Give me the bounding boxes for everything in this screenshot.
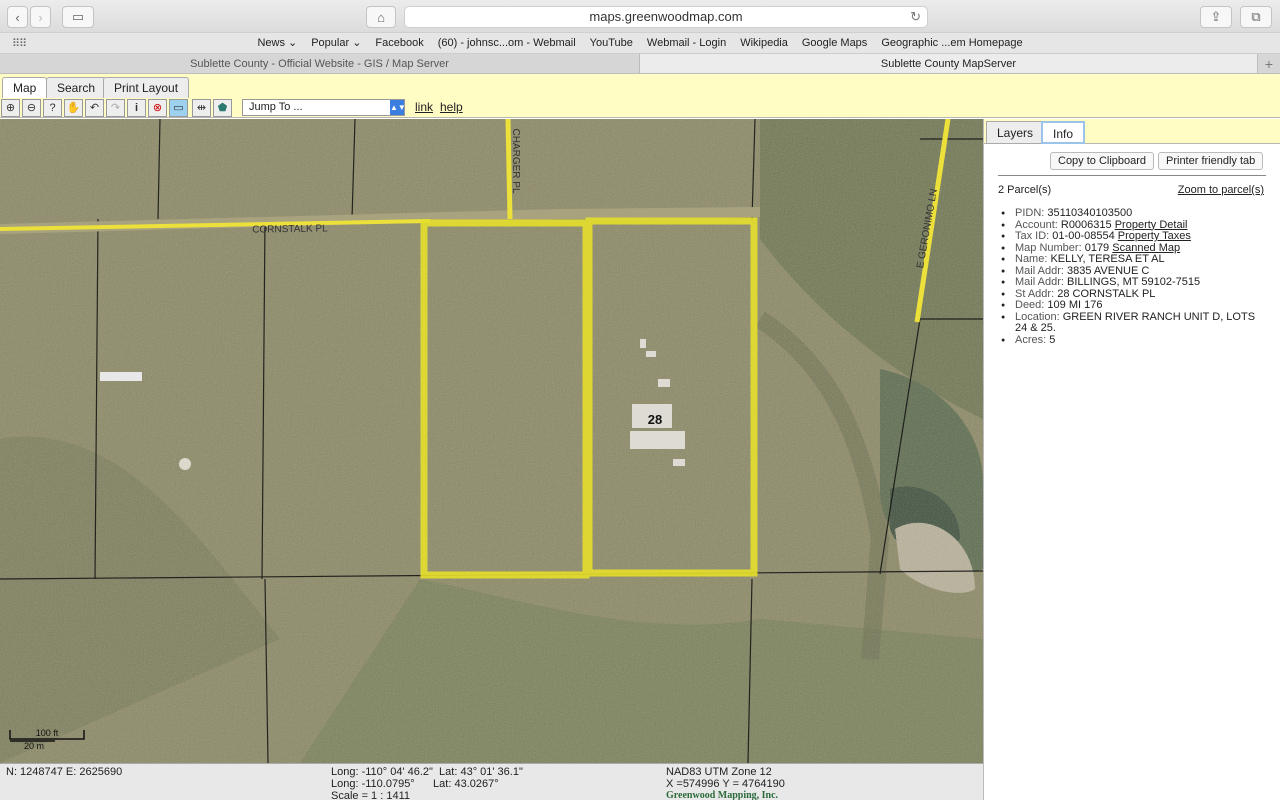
info-label: Location:: [1015, 310, 1060, 323]
favorites-list: News ⌄ Popular ⌄ Facebook (60) - johnsc...o…: [0, 33, 1280, 54]
info-label: PIDN:: [1015, 207, 1045, 219]
info-link[interactable]: Property Taxes: [1118, 230, 1191, 242]
status-bar: N: 1248747 E: 2625690 Long: -110° 04' 46…: [0, 763, 983, 800]
browser-tab-gis[interactable]: Sublette County - Official Website - GIS…: [0, 54, 640, 73]
road-label-cornstalk: CORNSTALK PL: [252, 223, 328, 235]
info-label: Mail Addr:: [1015, 276, 1064, 288]
tab-search[interactable]: Search: [46, 77, 107, 98]
url-text: maps.greenwoodmap.com: [589, 9, 743, 24]
info-label: Mail Addr:: [1015, 264, 1064, 277]
map-toolbar: ⊕ ⊖ ? ✋ ↶ ↷ i ⊗ ▭ ⇹ ⬟ Jump To ... ▲▼ lin…: [0, 98, 1280, 118]
favorite-item[interactable]: Facebook: [375, 33, 423, 54]
favorite-item[interactable]: Google Maps: [802, 33, 867, 54]
forward-icon[interactable]: ›: [30, 6, 51, 28]
sidebar-icon[interactable]: ▭: [62, 6, 94, 28]
jump-to-select[interactable]: Jump To ... ▲▼: [242, 99, 406, 116]
favorite-item[interactable]: News ⌄: [257, 33, 297, 54]
zoom-query-icon[interactable]: ?: [43, 99, 62, 117]
tab-map[interactable]: Map: [2, 77, 48, 98]
favorite-item[interactable]: Wikipedia: [740, 33, 788, 54]
reload-icon[interactable]: ↻: [910, 7, 921, 27]
browser-tab-mapserver[interactable]: Sublette County MapServer: [640, 54, 1258, 73]
home-icon[interactable]: ⌂: [366, 6, 396, 28]
tab-layers[interactable]: Layers: [986, 121, 1045, 144]
utm-coords: X =574996 Y = 4764190: [666, 778, 785, 790]
browser-tabs: Sublette County - Official Website - GIS…: [0, 54, 1280, 74]
map-view[interactable]: 28 CORNSTALK PL CHARGER PL E GERONIMO LN…: [0, 119, 983, 763]
info-link[interactable]: Scanned Map: [1112, 242, 1180, 254]
link-link[interactable]: link: [415, 100, 433, 114]
road-label-charger: CHARGER PL: [510, 128, 521, 193]
new-tab-icon[interactable]: +: [1258, 54, 1280, 73]
parcel-count: 2 Parcel(s): [998, 184, 1052, 196]
info-value: BILLINGS, MT 59102-7515: [1066, 276, 1201, 288]
favorite-item[interactable]: Popular ⌄: [311, 33, 361, 54]
zoom-to-parcels-link[interactable]: Zoom to parcel(s): [1178, 184, 1264, 196]
favorites-bar: ⠿⠿ News ⌄ Popular ⌄ Facebook (60) - johnsc.…: [0, 33, 1280, 54]
info-label: Map Number:: [1015, 241, 1082, 254]
info-label: Account:: [1015, 218, 1058, 231]
app-tabs: Map Search Print Layout: [0, 74, 1280, 98]
zoom-previous-icon[interactable]: ↶: [85, 99, 104, 117]
zoom-next-icon[interactable]: ↷: [106, 99, 125, 117]
back-icon[interactable]: ‹: [7, 6, 28, 28]
info-value: R0006315: [1060, 218, 1112, 231]
area-icon[interactable]: ⬟: [213, 99, 232, 117]
zoom-out-icon[interactable]: ⊖: [22, 99, 41, 117]
clear-icon[interactable]: ⊗: [148, 99, 167, 117]
printer-friendly-button[interactable]: Printer friendly tab: [1158, 152, 1264, 170]
info-panel: Layers Info Copy to Clipboard Printer fr…: [983, 119, 1280, 800]
map-scale: Scale = 1 : 1411: [331, 790, 410, 800]
info-value: 3835 AVENUE C: [1066, 264, 1150, 277]
info-value: 109 MI 176: [1047, 299, 1103, 311]
help-link[interactable]: help: [440, 100, 463, 114]
northing-easting: N: 1248747 E: 2625690: [6, 766, 123, 778]
url-bar[interactable]: maps.greenwoodmap.com ↻: [404, 6, 928, 28]
tab-info[interactable]: Info: [1041, 121, 1086, 144]
share-icon[interactable]: ⇪: [1200, 6, 1232, 28]
zoom-in-icon[interactable]: ⊕: [1, 99, 20, 117]
copy-to-clipboard-button[interactable]: Copy to Clipboard: [1050, 152, 1155, 170]
info-value: KELLY, TERESA ET AL: [1050, 253, 1165, 265]
parcel-info-list: PIDN: 35110340103500Account: R0006315 Pr…: [1001, 207, 1265, 347]
info-label: St Addr:: [1015, 287, 1055, 300]
divider: [998, 175, 1266, 176]
info-label: Name:: [1015, 253, 1048, 265]
tabs-overview-icon[interactable]: ⧉: [1240, 6, 1272, 28]
info-label: Tax ID:: [1015, 230, 1050, 242]
coords-decimal: Long: -110.0795° Lat: 43.0267°: [331, 778, 499, 790]
utm-zone: NAD83 UTM Zone 12: [666, 766, 772, 778]
favorite-item[interactable]: (60) - johnsc...om - Webmail: [438, 33, 576, 54]
scale-ft-label: 100 ft: [36, 728, 59, 738]
coords-dms: Long: -110° 04' 46.2" Lat: 43° 01' 36.1": [331, 766, 523, 778]
layer-toggle-icon[interactable]: ▭: [169, 99, 188, 117]
info-value: 28 CORNSTALK PL: [1057, 287, 1156, 300]
parcel-number-label: 28: [648, 412, 662, 427]
aerial-map: 28 CORNSTALK PL CHARGER PL E GERONIMO LN…: [0, 119, 983, 763]
info-label: Acres:: [1015, 333, 1047, 346]
list-item: Acres: 5: [1001, 333, 1265, 347]
info-link[interactable]: Property Detail: [1115, 219, 1188, 231]
jump-to-value: Jump To ...: [249, 101, 303, 113]
info-value: 35110340103500: [1047, 207, 1133, 219]
measure-icon[interactable]: ⇹: [192, 99, 211, 117]
info-value: 5: [1049, 333, 1056, 346]
favorite-item[interactable]: Webmail - Login: [647, 33, 726, 54]
pan-hand-icon[interactable]: ✋: [64, 99, 83, 117]
tab-print-layout[interactable]: Print Layout: [103, 77, 190, 98]
info-label: Deed:: [1015, 299, 1045, 311]
list-item: Location: GREEN RIVER RANCH UNIT D, LOTS…: [1001, 310, 1265, 335]
info-value: 01-00-08554: [1052, 230, 1115, 242]
favorite-item[interactable]: Geographic ...em Homepage: [881, 33, 1022, 54]
panel-tabs: Layers Info: [984, 119, 1280, 144]
credit-label: Greenwood Mapping, Inc.: [666, 790, 779, 800]
favorite-item[interactable]: YouTube: [590, 33, 633, 54]
browser-toolbar: ‹ › ▭ ⌂ maps.greenwoodmap.com ↻ ⇪ ⧉: [0, 0, 1280, 33]
scale-m-label: 20 m: [24, 741, 44, 751]
info-icon[interactable]: i: [127, 99, 146, 117]
chevron-down-icon: ▲▼: [390, 100, 406, 115]
info-value: 0179: [1084, 241, 1110, 254]
